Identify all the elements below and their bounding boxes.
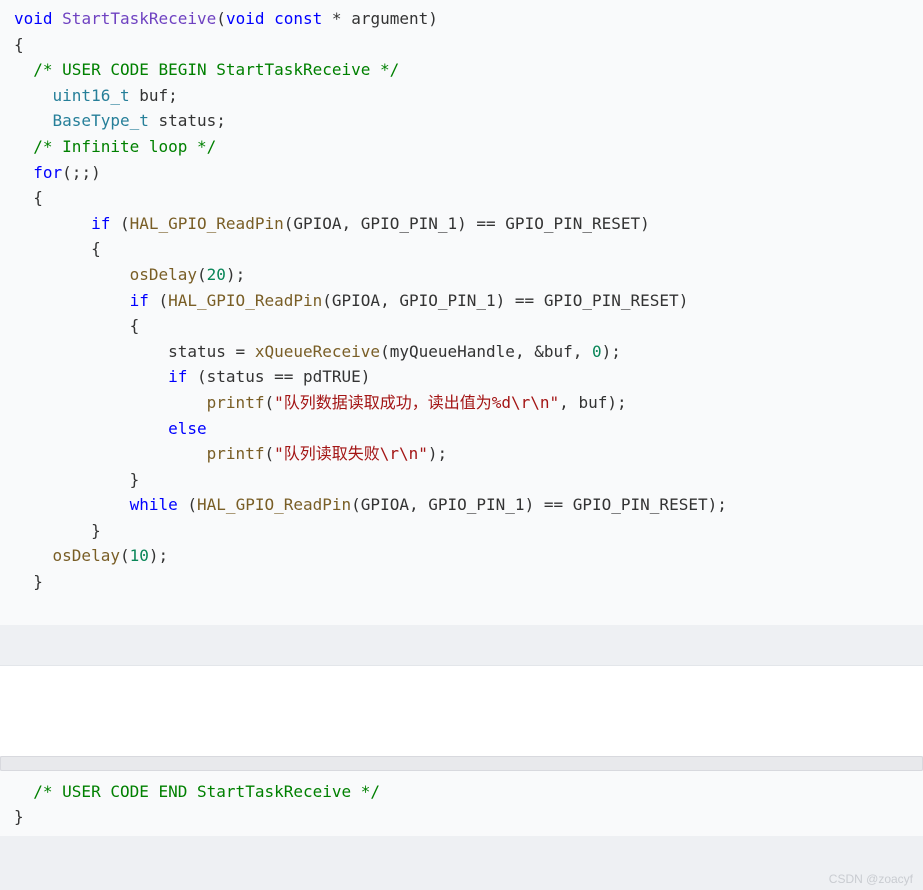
keyword: void (14, 9, 53, 28)
source-code-continued: /* USER CODE END StartTaskReceive */ } (0, 779, 923, 830)
blank-gap (0, 665, 923, 756)
keyword: void (226, 9, 265, 28)
constant: GPIO_PIN_RESET (544, 291, 679, 310)
function-call: HAL_GPIO_ReadPin (130, 214, 284, 233)
function-call: HAL_GPIO_ReadPin (197, 495, 351, 514)
type: uint16_t (53, 86, 130, 105)
string-literal: "队列数据读取成功，读出值为%d\r\n" (274, 393, 559, 412)
keyword: for (33, 163, 62, 182)
function-call: HAL_GPIO_ReadPin (168, 291, 322, 310)
constant: pdTRUE (303, 367, 361, 386)
horizontal-scrollbar[interactable] (0, 756, 923, 771)
number: 10 (130, 546, 149, 565)
variable: buf (139, 86, 168, 105)
argument: GPIO_PIN_1 (428, 495, 524, 514)
keyword: while (130, 495, 178, 514)
argument: GPIOA (332, 291, 380, 310)
argument: &buf (534, 342, 573, 361)
comment: /* Infinite loop */ (33, 137, 216, 156)
keyword: if (91, 214, 110, 233)
argument: GPIOA (293, 214, 341, 233)
argument: GPIO_PIN_1 (361, 214, 457, 233)
keyword: else (168, 419, 207, 438)
type: BaseType_t (53, 111, 149, 130)
param-name: argument (351, 9, 428, 28)
variable: status (159, 111, 217, 130)
function-call: osDelay (53, 546, 120, 565)
keyword: const (274, 9, 322, 28)
variable: buf (578, 393, 607, 412)
function-name: StartTaskReceive (62, 9, 216, 28)
constant: GPIO_PIN_RESET (505, 214, 640, 233)
variable: status (168, 342, 226, 361)
variable: status (207, 367, 265, 386)
function-call: printf (207, 393, 265, 412)
argument: myQueueHandle (390, 342, 515, 361)
number: 0 (592, 342, 602, 361)
watermark: CSDN @zoacyf (829, 872, 913, 886)
constant: GPIO_PIN_RESET (573, 495, 708, 514)
function-call: osDelay (130, 265, 197, 284)
function-call: printf (207, 444, 265, 463)
keyword: if (130, 291, 149, 310)
argument: GPIO_PIN_1 (399, 291, 495, 310)
string-literal: "队列读取失败\r\n" (274, 444, 428, 463)
argument: GPIOA (361, 495, 409, 514)
comment: /* USER CODE BEGIN StartTaskReceive */ (33, 60, 399, 79)
keyword: if (168, 367, 187, 386)
source-code: void StartTaskReceive(void const * argum… (0, 6, 923, 595)
code-block-bottom: /* USER CODE END StartTaskReceive */ } (0, 771, 923, 836)
function-call: xQueueReceive (255, 342, 380, 361)
code-block-top: void StartTaskReceive(void const * argum… (0, 0, 923, 625)
number: 20 (207, 265, 226, 284)
comment: /* USER CODE END StartTaskReceive */ (33, 782, 380, 801)
